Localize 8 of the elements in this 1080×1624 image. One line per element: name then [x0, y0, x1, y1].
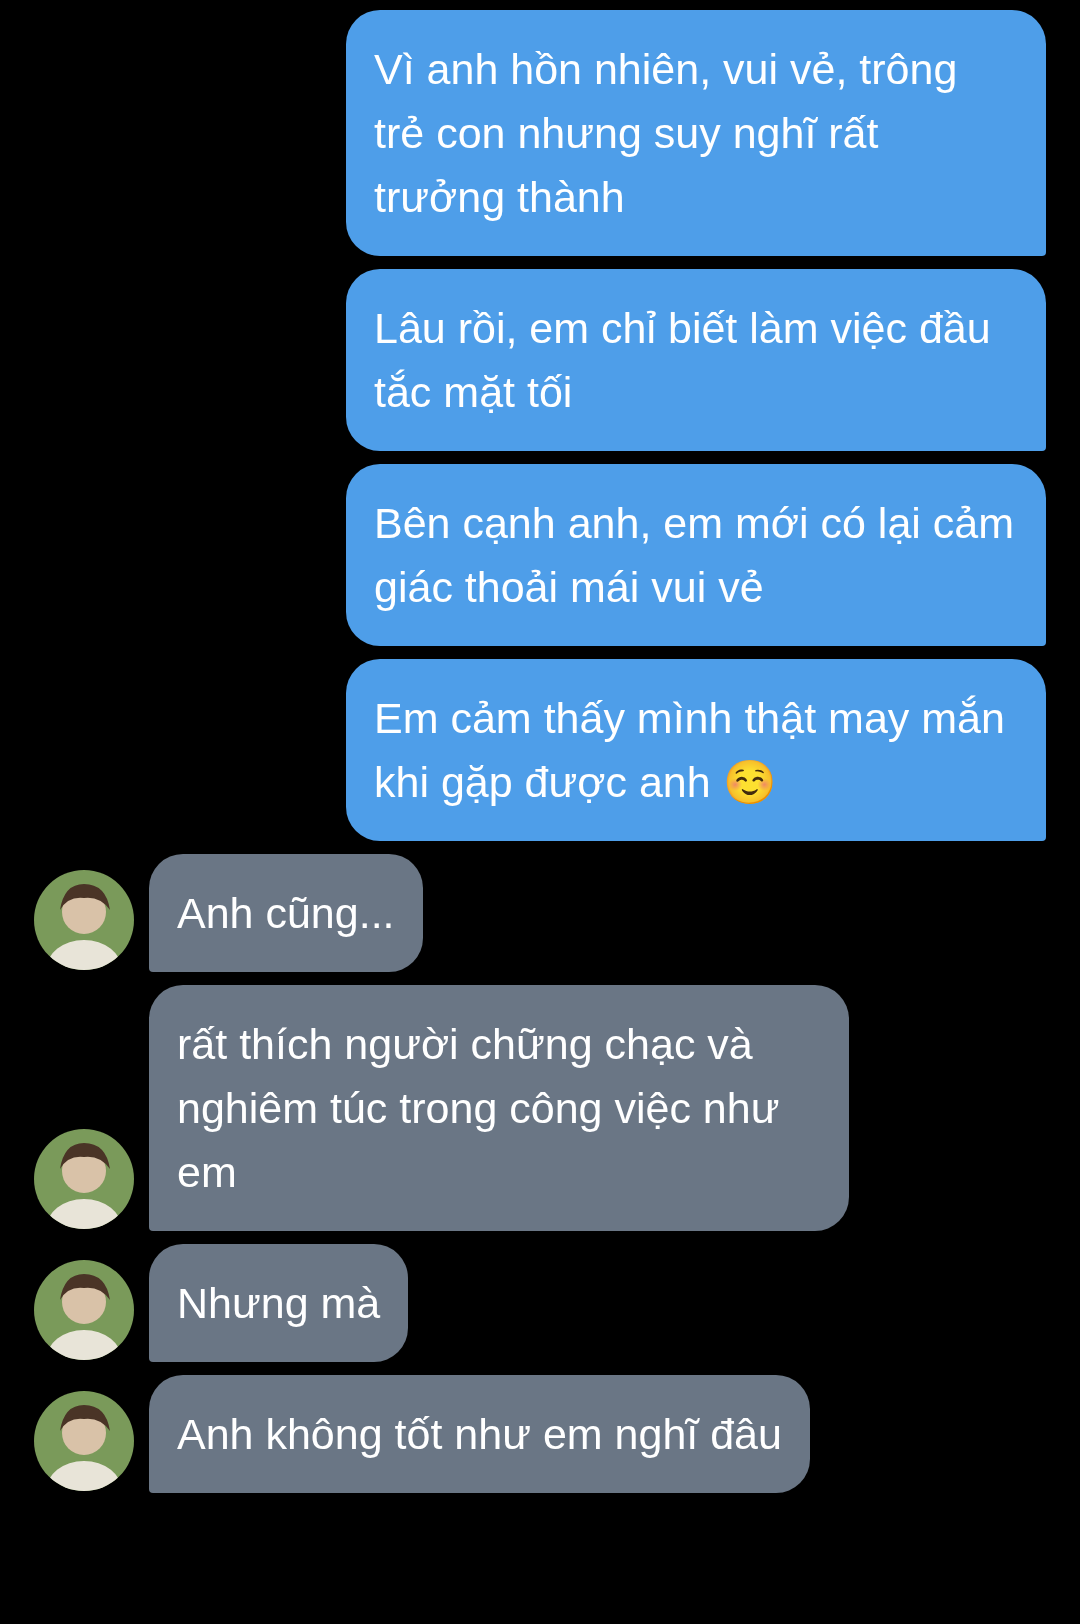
message-bubble: Anh không tốt như em nghĩ đâu	[149, 1375, 810, 1493]
message-bubble: rất thích người chững chạc và nghiêm túc trong công việc như em	[149, 985, 849, 1231]
message-bubble: Anh cũng...	[149, 854, 423, 972]
message-bubble: Nhưng mà	[149, 1244, 409, 1362]
message-bubble: Vì anh hồn nhiên, vui vẻ, trông trẻ con nhưng suy nghĩ rất trưởng thành	[346, 10, 1046, 256]
message-bubble: Lâu rồi, em chỉ biết làm việc đầu tắc mặt tối	[346, 269, 1046, 451]
message-bubble: Bên cạnh anh, em mới có lại cảm giác thoải mái vui vẻ	[346, 464, 1046, 646]
message-bubble: Em cảm thấy mình thật may mắn khi gặp được anh ☺	[346, 659, 1046, 841]
